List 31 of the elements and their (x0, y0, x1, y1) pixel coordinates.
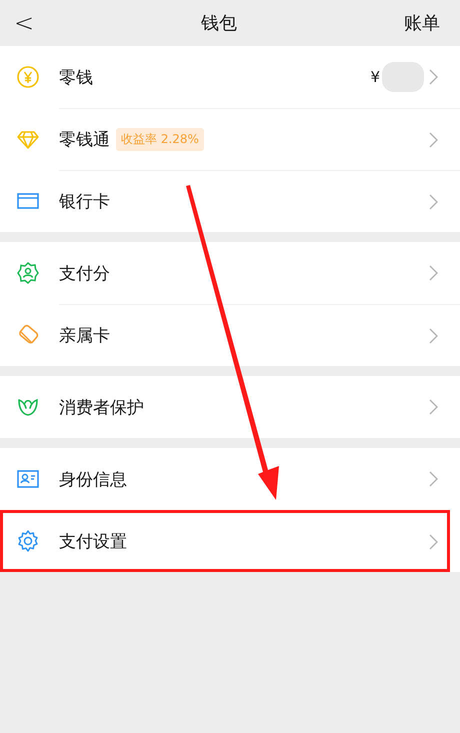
coin-icon (16, 65, 40, 89)
chevron-icon (428, 534, 438, 550)
item-label: 零钱通 (59, 129, 110, 151)
item-label: 银行卡 (59, 191, 110, 213)
chevron-icon (428, 328, 438, 344)
back-button[interactable]: < (14, 9, 34, 37)
item-label: 身份信息 (59, 468, 127, 490)
chevron-icon (428, 69, 438, 85)
item-label: 消费者保护 (59, 396, 144, 418)
menu-item[interactable]: 零钱 ¥ (0, 46, 460, 108)
item-label: 支付分 (59, 262, 110, 284)
id-card-icon (16, 467, 40, 491)
item-label: 亲属卡 (59, 325, 110, 347)
balance-value: ¥ (370, 68, 380, 86)
yield-badge: 收益率 2.28% (116, 128, 204, 151)
menu-item[interactable]: 零钱通 收益率 2.28% (0, 108, 460, 170)
chevron-icon (428, 471, 438, 487)
badge-icon (16, 261, 40, 285)
settings-icon (16, 529, 40, 553)
bill-link[interactable]: 账单 (404, 11, 440, 35)
chevron-icon (428, 132, 438, 148)
menu-item[interactable]: 消费者保护 (0, 376, 460, 438)
menu-item[interactable]: 支付设置 (0, 510, 450, 572)
menu-item[interactable]: 支付分 (0, 242, 460, 304)
chevron-icon (428, 265, 438, 281)
chevron-icon (428, 399, 438, 415)
page-title: 钱包 (201, 12, 238, 35)
item-label: 支付设置 (59, 531, 127, 553)
item-label: 零钱 (59, 66, 93, 88)
menu-item[interactable]: 身份信息 (0, 448, 460, 510)
chevron-icon (428, 194, 438, 210)
